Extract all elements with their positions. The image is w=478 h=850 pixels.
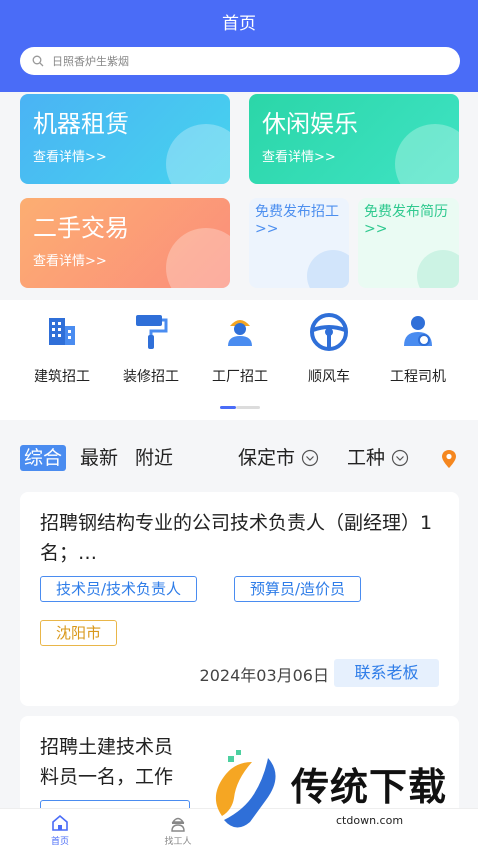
page-title: 首页 [222,14,256,34]
search-icon [32,55,44,67]
chevron-down-icon [391,449,409,467]
location-pin-icon[interactable] [441,449,457,469]
steering-wheel-icon [310,313,348,351]
card-decoration [307,250,349,288]
job-tag: 技术员/技术负责人 [40,576,198,602]
promo-title: 免费发布简历>> [364,204,448,237]
worker-nav-icon [171,817,185,832]
watermark-text: 传统下载 [291,765,448,809]
job-date: 2024年03月06日 [199,666,329,685]
card-decoration [166,228,230,288]
nav-label: 找工人 [164,837,192,847]
chevron-down-icon [301,449,319,467]
driver-icon [404,316,432,346]
card-decoration [417,250,459,288]
paint-roller-icon [136,315,168,349]
worker-icon [228,320,252,346]
category-grid: 建筑招工 装修招工 工厂招工 顺风车 工程司机 [0,300,478,420]
contact-boss-button[interactable]: 联系老板 [334,659,439,687]
promo-post-job[interactable]: 免费发布招工>> [249,198,349,288]
tab-nearby[interactable]: 附近 [135,445,173,471]
nav-find-worker[interactable]: 找工人 [148,814,208,847]
category-label: 工程司机 [390,369,446,385]
card-second-hand[interactable]: 二手交易 查看详情>> [20,198,230,288]
search-bar[interactable] [20,47,460,75]
building-icon [49,318,75,345]
watermark-url: ctdown.com [336,814,404,827]
card-detail-link: 查看详情>> [262,150,336,165]
filter-bar: 综合 最新 附近 保定市 工种 [0,433,478,483]
home-icon [52,814,68,831]
watermark-logo [215,750,276,828]
top-header: 首页 [0,0,478,92]
card-detail-link: 查看详情>> [33,254,107,269]
category-carpool[interactable]: 顺风车 [281,312,377,386]
card-decoration [395,124,459,184]
nav-label: 首页 [50,837,69,847]
promo-title: 免费发布招工>> [255,204,339,237]
category-driver[interactable]: 工程司机 [370,312,466,386]
watermark: 传统下载 ctdown.com [206,750,456,840]
card-title: 二手交易 [33,214,129,242]
job-tag: 预算员/造价员 [234,576,362,602]
category-label: 顺风车 [308,369,350,385]
card-title: 机器租赁 [33,110,129,138]
card-leisure[interactable]: 休闲娱乐 查看详情>> [249,94,459,184]
tab-latest[interactable]: 最新 [80,445,118,471]
city-dropdown[interactable]: 保定市 [238,445,319,471]
card-machine-rental[interactable]: 机器租赁 查看详情>> [20,94,230,184]
trade-dropdown[interactable]: 工种 [347,445,409,471]
search-input[interactable] [52,54,432,68]
tab-comprehensive[interactable]: 综合 [20,445,67,471]
trade-dropdown-label: 工种 [347,447,386,469]
category-label: 工厂招工 [212,369,268,385]
page-indicator [220,406,260,409]
category-decoration[interactable]: 装修招工 [103,312,199,386]
job-location-tag: 沈阳市 [40,620,118,646]
city-dropdown-label: 保定市 [238,447,296,469]
card-detail-link: 查看详情>> [33,150,107,165]
job-title: 招聘钢结构专业的公司技术负责人（副经理）1名；… [40,512,433,564]
page-indicator-active [220,406,236,409]
promo-post-resume[interactable]: 免费发布简历>> [358,198,459,288]
nav-home[interactable]: 首页 [30,814,90,847]
category-construction[interactable]: 建筑招工 [14,312,110,386]
card-title: 休闲娱乐 [262,110,358,138]
category-label: 装修招工 [123,369,179,385]
page-indicator-rest [236,406,260,409]
category-label: 建筑招工 [34,369,90,385]
job-card[interactable]: 招聘钢结构专业的公司技术负责人（副经理）1名；… 技术员/技术负责人 预算员/造… [20,492,459,706]
category-factory[interactable]: 工厂招工 [192,312,288,386]
card-decoration [166,124,230,184]
